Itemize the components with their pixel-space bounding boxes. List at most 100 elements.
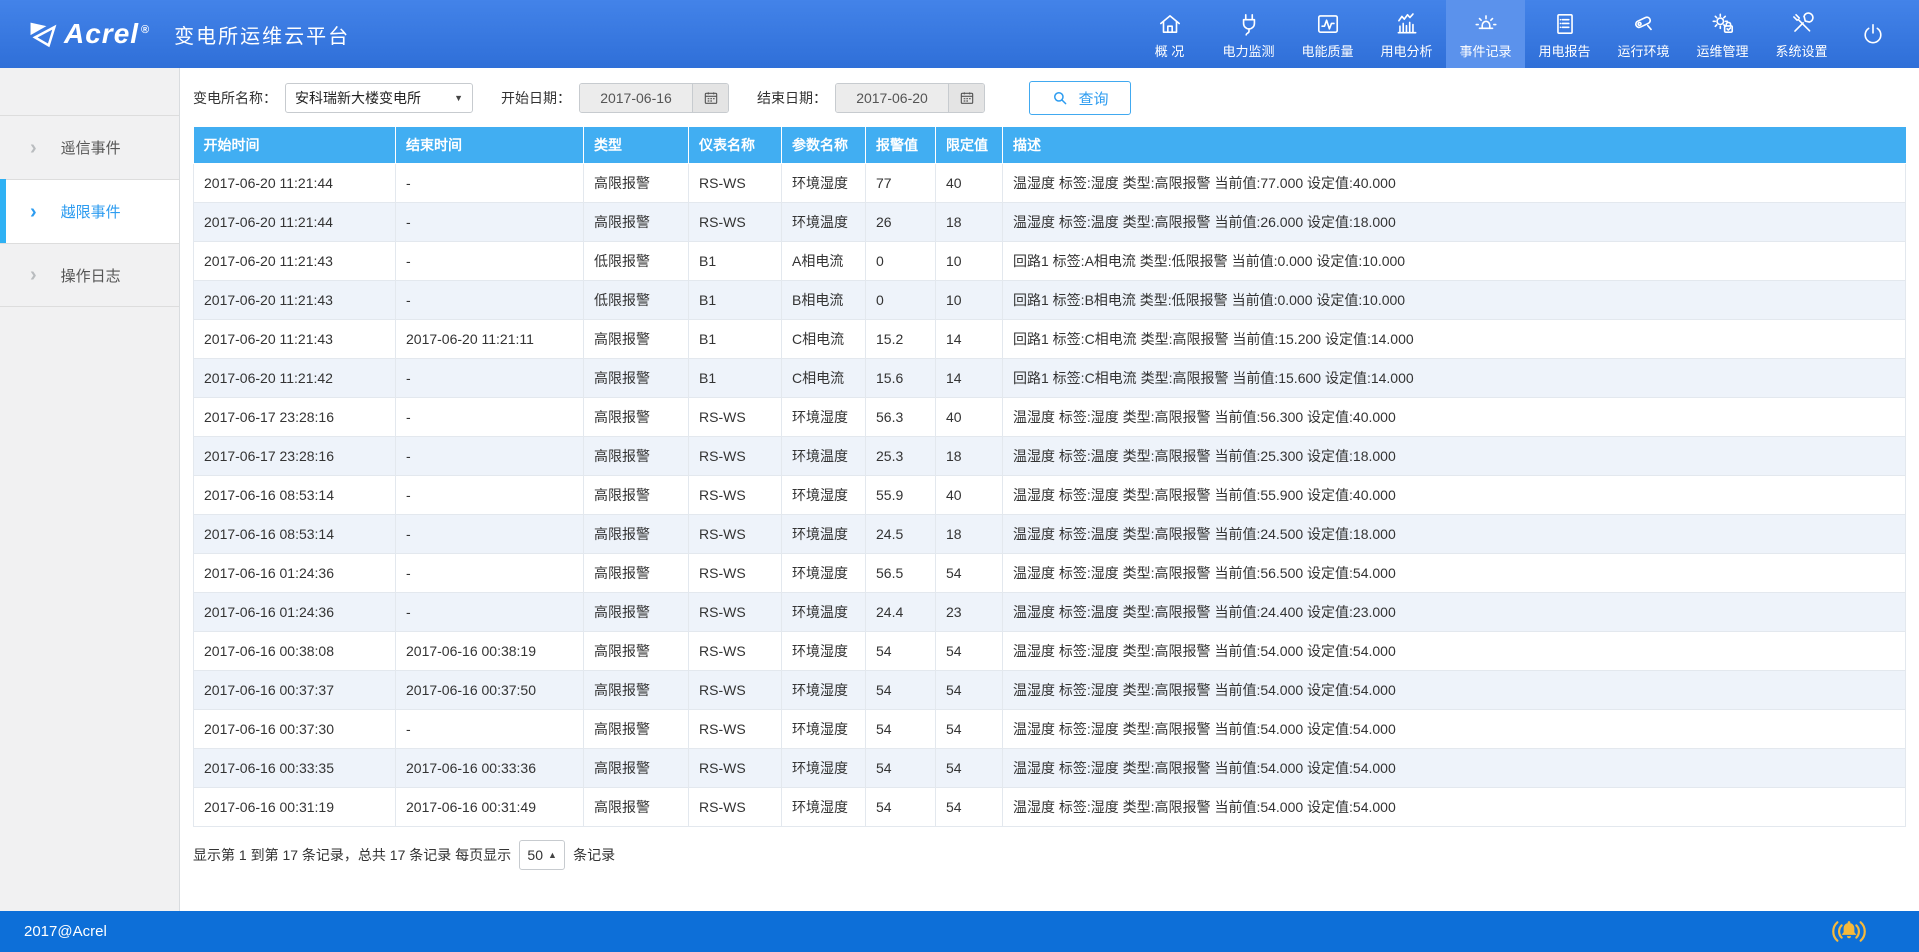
start-date-calendar-button[interactable]	[692, 84, 728, 112]
calendar-icon	[703, 90, 719, 106]
table-cell: 高限报警	[584, 709, 689, 748]
table-cell: 高限报警	[584, 748, 689, 787]
table-cell: 低限报警	[584, 241, 689, 280]
table-header-row: 开始时间结束时间类型仪表名称参数名称报警值限定值描述	[194, 127, 1906, 163]
top-nav-item-system-settings[interactable]: 系统设置	[1762, 0, 1841, 68]
table-cell: 15.2	[866, 319, 936, 358]
top-nav-item-environment[interactable]: 运行环境	[1604, 0, 1683, 68]
table-row: 2017-06-17 23:28:16-高限报警RS-WS环境湿度56.340温…	[194, 397, 1906, 436]
table-cell: 2017-06-17 23:28:16	[194, 397, 396, 436]
table-cell: B1	[689, 319, 782, 358]
page-title: 变电所运维云平台	[174, 20, 350, 49]
table-cell: 温湿度 标签:温度 类型:高限报警 当前值:24.400 设定值:23.000	[1003, 592, 1906, 631]
table-cell: RS-WS	[689, 553, 782, 592]
om-management-icon	[1710, 9, 1736, 37]
table-cell: 2017-06-16 01:24:36	[194, 592, 396, 631]
table-cell: 温湿度 标签:湿度 类型:高限报警 当前值:55.900 设定值:40.000	[1003, 475, 1906, 514]
table-cell: 40	[936, 397, 1003, 436]
table-row: 2017-06-16 08:53:14-高限报警RS-WS环境温度24.518温…	[194, 514, 1906, 553]
table-cell: RS-WS	[689, 436, 782, 475]
table-cell: RS-WS	[689, 787, 782, 826]
top-nav-item-power-quality[interactable]: 电能质量	[1288, 0, 1367, 68]
start-date-input[interactable]: 2017-06-16	[580, 84, 692, 112]
table-cell: 10	[936, 280, 1003, 319]
caret-down-icon: ▼	[454, 93, 463, 103]
table-cell: 回路1 标签:B相电流 类型:低限报警 当前值:0.000 设定值:10.000	[1003, 280, 1906, 319]
power-button[interactable]	[1841, 0, 1905, 68]
top-nav-item-om-management[interactable]: 运维管理	[1683, 0, 1762, 68]
table-cell: B1	[689, 241, 782, 280]
table-cell: 环境湿度	[782, 670, 866, 709]
table-cell: 54	[866, 787, 936, 826]
table-cell: RS-WS	[689, 670, 782, 709]
table-cell: 回路1 标签:C相电流 类型:高限报警 当前值:15.200 设定值:14.00…	[1003, 319, 1906, 358]
brand-text: Acrel®	[64, 18, 150, 50]
table-cell: 高限报警	[584, 787, 689, 826]
station-select[interactable]: 安科瑞新大楼变电所 ▼	[285, 83, 473, 113]
table-cell: 高限报警	[584, 358, 689, 397]
table-cell: 高限报警	[584, 631, 689, 670]
table-row: 2017-06-16 00:37:372017-06-16 00:37:50高限…	[194, 670, 1906, 709]
table-cell: 56.3	[866, 397, 936, 436]
sidebar-item-label: 遥信事件	[61, 137, 121, 158]
alarm-bell-icon[interactable]	[1827, 918, 1871, 945]
column-header-6: 报警值	[866, 127, 936, 163]
top-nav-item-home[interactable]: 概 况	[1130, 0, 1209, 68]
table-row: 2017-06-20 11:21:44-高限报警RS-WS环境湿度7740温湿度…	[194, 163, 1906, 202]
table-cell: 54	[866, 631, 936, 670]
calendar-icon	[959, 90, 975, 106]
table-cell: -	[396, 202, 584, 241]
top-nav-item-power-monitor[interactable]: 电力监测	[1209, 0, 1288, 68]
usage-analysis-icon	[1394, 9, 1420, 37]
table-cell: 温湿度 标签:湿度 类型:高限报警 当前值:54.000 设定值:54.000	[1003, 670, 1906, 709]
power-icon	[1860, 20, 1886, 48]
table-cell: -	[396, 358, 584, 397]
table-cell: 温湿度 标签:湿度 类型:高限报警 当前值:56.500 设定值:54.000	[1003, 553, 1906, 592]
brand-reg: ®	[141, 24, 150, 36]
table-cell: 环境湿度	[782, 631, 866, 670]
table-cell: 高限报警	[584, 202, 689, 241]
chevron-right-icon: ›	[30, 265, 37, 285]
sidebar-item-1[interactable]: ›遥信事件	[0, 115, 179, 179]
page-size-select[interactable]: 50 ▲	[519, 840, 565, 870]
top-nav-label: 用电分析	[1380, 41, 1432, 60]
sidebar-item-2[interactable]: › 越限事件	[0, 179, 179, 243]
column-header-4: 仪表名称	[689, 127, 782, 163]
table-cell: -	[396, 436, 584, 475]
table-cell: 环境湿度	[782, 553, 866, 592]
table-cell: 54	[866, 709, 936, 748]
top-nav-item-usage-report[interactable]: 用电报告	[1525, 0, 1604, 68]
table-cell: 0	[866, 241, 936, 280]
chevron-right-icon: ›	[30, 202, 37, 222]
top-nav-label: 运维管理	[1696, 41, 1748, 60]
table-cell: 高限报警	[584, 163, 689, 202]
table-cell: 10	[936, 241, 1003, 280]
table-cell: 温湿度 标签:湿度 类型:高限报警 当前值:56.300 设定值:40.000	[1003, 397, 1906, 436]
table-cell: RS-WS	[689, 475, 782, 514]
top-nav-label: 电能质量	[1301, 41, 1353, 60]
table-cell: B1	[689, 358, 782, 397]
table-cell: 54	[936, 670, 1003, 709]
search-button[interactable]: 查询	[1029, 81, 1131, 115]
end-date-input[interactable]: 2017-06-20	[836, 84, 948, 112]
table-cell: 2017-06-16 01:24:36	[194, 553, 396, 592]
top-nav-item-event-record[interactable]: 事件记录	[1446, 0, 1525, 68]
table-cell: 温湿度 标签:湿度 类型:高限报警 当前值:54.000 设定值:54.000	[1003, 748, 1906, 787]
system-settings-icon	[1789, 9, 1815, 37]
sidebar-item-3[interactable]: ›操作日志	[0, 243, 179, 307]
table-cell: 温湿度 标签:温度 类型:高限报警 当前值:25.300 设定值:18.000	[1003, 436, 1906, 475]
top-nav-item-usage-analysis[interactable]: 用电分析	[1367, 0, 1446, 68]
table-row: 2017-06-20 11:21:44-高限报警RS-WS环境温度2618温湿度…	[194, 202, 1906, 241]
sidebar-item-label: 越限事件	[61, 201, 121, 222]
end-date-calendar-button[interactable]	[948, 84, 984, 112]
table-cell: 低限报警	[584, 280, 689, 319]
table-cell: 2017-06-20 11:21:43	[194, 319, 396, 358]
table-cell: 2017-06-16 00:38:19	[396, 631, 584, 670]
table-cell: 高限报警	[584, 319, 689, 358]
table-cell: -	[396, 397, 584, 436]
table-cell: 2017-06-20 11:21:43	[194, 241, 396, 280]
table-cell: 2017-06-16 08:53:14	[194, 475, 396, 514]
search-icon	[1051, 89, 1069, 107]
table-cell: 54	[866, 670, 936, 709]
table-cell: 2017-06-17 23:28:16	[194, 436, 396, 475]
